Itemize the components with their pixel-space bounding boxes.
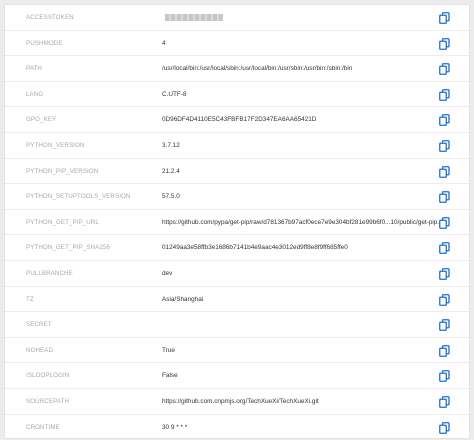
env-value: Asia/Shanghai (162, 287, 203, 313)
env-key: GPG_KEY (26, 107, 56, 133)
copy-icon-svg (439, 370, 450, 382)
env-row: SOURCEPATH https://github.com.cnpmjs.org/… (5, 389, 469, 415)
env-value: dev (162, 261, 172, 287)
env-value: 4 (162, 31, 166, 57)
env-key: NOHEAD (26, 338, 53, 364)
env-key: SECRET (26, 312, 52, 338)
copy-icon-svg (439, 242, 450, 254)
env-value: True (162, 338, 175, 364)
env-row: PATH/usr/local/bin:/usr/local/sbin:/usr/… (5, 56, 469, 82)
env-key: TZ (26, 287, 34, 313)
env-key: PULLBRANCHE (26, 261, 73, 287)
env-value: 01249aa3e58ffb3e1686b7141b4e9aac4e3012ed… (162, 235, 348, 261)
copy-icon-svg (439, 396, 450, 408)
env-row: TZ Asia/Shanghai (5, 287, 469, 313)
copy-icon[interactable] (439, 114, 450, 126)
copy-icon-svg (439, 191, 450, 203)
copy-icon-svg (439, 63, 450, 75)
env-key: CRONTIME (26, 415, 60, 440)
env-key: PYTHON_GET_PIP_URL (26, 210, 99, 236)
env-value: 30 9 * * * (162, 415, 187, 440)
copy-icon[interactable] (439, 396, 450, 408)
env-row: PUSHMODE 4 (5, 31, 469, 57)
env-value: 21.2.4 (162, 159, 180, 185)
env-row: NOHEAD True (5, 338, 469, 364)
copy-icon[interactable] (439, 345, 450, 357)
copy-icon[interactable] (439, 166, 450, 178)
env-value: https://github.com.cnpmjs.org/TechXueXi/… (162, 389, 319, 415)
env-row: PYTHON_GET_PIP_SHA256 01249aa3e58ffb3e168… (5, 235, 469, 261)
copy-icon[interactable] (439, 63, 450, 75)
copy-icon[interactable] (439, 319, 450, 331)
copy-icon-svg (439, 89, 450, 101)
env-row: ACCESSTOKEN (5, 5, 469, 31)
env-key: ISLOOPLOGIN (26, 363, 69, 389)
env-row: LANG C.UTF-8 (5, 82, 469, 108)
copy-icon-svg (439, 12, 450, 24)
env-value: /usr/local/bin:/usr/local/sbin:/usr/loca… (162, 56, 352, 82)
copy-icon[interactable] (439, 12, 450, 24)
env-variables-panel: ACCESSTOKENPUSHMODE4PATH/usr/local/bin:/… (4, 4, 470, 439)
copy-icon-svg (439, 38, 450, 50)
copy-icon-svg (439, 345, 450, 357)
copy-icon[interactable] (439, 242, 450, 254)
copy-icon-svg (439, 294, 450, 306)
env-key: PATH (26, 56, 42, 82)
env-value: 0D96DF4D4110E5C43FBFB17F2D347EA6AA65421D (162, 107, 316, 133)
env-key: LANG (26, 82, 43, 108)
env-key: ACCESSTOKEN (26, 5, 74, 31)
copy-icon-svg (439, 217, 450, 229)
env-value: 57.5.0 (162, 184, 180, 210)
env-key: PYTHON_GET_PIP_SHA256 (26, 235, 110, 261)
copy-icon[interactable] (439, 268, 450, 280)
masked-value (165, 14, 223, 21)
env-row: PYTHON_VERSION 3.7.12 (5, 133, 469, 159)
env-row: PYTHON_PIP_VERSION 21.2.4 (5, 159, 469, 185)
copy-icon-svg (439, 422, 450, 434)
copy-icon[interactable] (439, 191, 450, 203)
copy-icon-svg (439, 140, 450, 152)
env-row: PYTHON_SETUPTOOLS_VERSION 57.5.0 (5, 184, 469, 210)
env-value: False (162, 363, 178, 389)
env-row: GPG_KEY 0D96DF4D4110E5C43FBFB17F2D347EA6A… (5, 107, 469, 133)
env-row: CRONTIME 30 9 * * * (5, 415, 469, 440)
copy-icon-svg (439, 114, 450, 126)
copy-icon[interactable] (439, 370, 450, 382)
env-key: PUSHMODE (26, 31, 63, 57)
env-key: SOURCEPATH (26, 389, 69, 415)
env-row: PULLBRANCHE dev (5, 261, 469, 287)
copy-icon-svg (439, 166, 450, 178)
copy-icon[interactable] (439, 140, 450, 152)
env-row: ISLOOPLOGIN False (5, 363, 469, 389)
env-row: SECRET (5, 312, 469, 338)
copy-icon[interactable] (439, 89, 450, 101)
copy-icon-svg (439, 319, 450, 331)
copy-icon[interactable] (439, 38, 450, 50)
env-key: PYTHON_VERSION (26, 133, 84, 159)
copy-icon[interactable] (439, 422, 450, 434)
env-value: https://github.com/pypa/get-pip/raw/d781… (162, 210, 446, 236)
copy-icon[interactable] (439, 294, 450, 306)
copy-icon-svg (439, 268, 450, 280)
env-key: PYTHON_SETUPTOOLS_VERSION (26, 184, 131, 210)
copy-icon[interactable] (439, 217, 450, 229)
env-row: PYTHON_GET_PIP_URL https://github.com/pyp… (5, 210, 469, 236)
env-key: PYTHON_PIP_VERSION (26, 159, 98, 185)
env-value: 3.7.12 (162, 133, 180, 159)
env-value: C.UTF-8 (162, 82, 187, 108)
